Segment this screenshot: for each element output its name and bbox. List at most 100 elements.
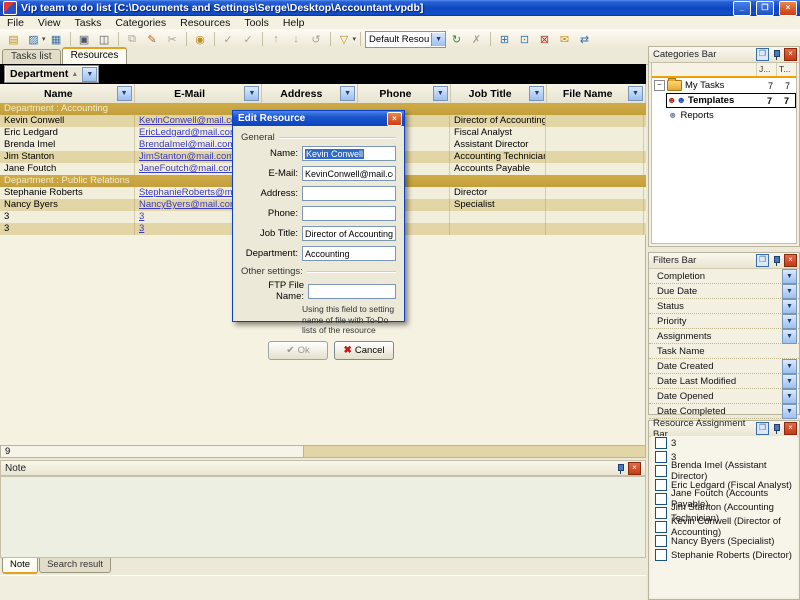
- email-link[interactable]: JaneFoutch@mail.com: [139, 163, 236, 174]
- clear-filter-icon[interactable]: ✗: [467, 30, 486, 48]
- column-filter-icon[interactable]: ▼: [433, 86, 448, 101]
- pin-icon[interactable]: [771, 255, 782, 266]
- restore-panel-icon[interactable]: ❐: [756, 422, 769, 435]
- filter-row-date-created[interactable]: Date Created ▼: [649, 359, 799, 374]
- pin-icon[interactable]: [771, 49, 782, 60]
- mark-complete-icon[interactable]: ✓: [219, 30, 238, 48]
- restore-panel-icon[interactable]: ❐: [756, 254, 769, 267]
- filter-dropdown-icon[interactable]: ▼: [782, 269, 797, 284]
- restore-panel-icon[interactable]: ❐: [756, 48, 769, 61]
- pin-icon[interactable]: [615, 463, 626, 474]
- filter-row-assignments[interactable]: Assignments ▼: [649, 329, 799, 344]
- filter-row-task-name[interactable]: Task Name: [649, 344, 799, 359]
- save-icon[interactable]: ▦: [47, 30, 66, 48]
- delete-resource-icon[interactable]: ⊠: [535, 30, 554, 48]
- phone-field[interactable]: [302, 206, 396, 221]
- filter-dropdown-icon[interactable]: ▼: [782, 389, 797, 404]
- list-item[interactable]: Brenda Imel (Assistant Director): [651, 464, 797, 478]
- filter-row-date-opened[interactable]: Date Opened ▼: [649, 389, 799, 404]
- column-filter-icon[interactable]: ▼: [244, 86, 259, 101]
- email-link[interactable]: NancyByers@mail.com: [139, 199, 238, 210]
- filter-dropdown-icon[interactable]: ▾: [353, 35, 357, 43]
- tree-item-reports[interactable]: ☻ Reports: [652, 108, 796, 123]
- edit-icon[interactable]: ✎: [143, 30, 162, 48]
- column-header-phone[interactable]: Phone ▼: [358, 84, 451, 103]
- dialog-close-button[interactable]: ×: [387, 112, 402, 126]
- add-resource-icon[interactable]: ⊞: [495, 30, 514, 48]
- tab-tasks-list[interactable]: Tasks list: [2, 49, 61, 64]
- list-item[interactable]: Stephanie Roberts (Director): [651, 548, 797, 562]
- tab-resources[interactable]: Resources: [62, 47, 128, 64]
- close-icon[interactable]: ×: [784, 422, 797, 435]
- ftp-file-name-field[interactable]: [308, 284, 396, 299]
- cancel-button[interactable]: ✖ Cancel: [334, 341, 394, 360]
- filter-dropdown-icon[interactable]: ▼: [782, 299, 797, 314]
- checkbox[interactable]: [655, 549, 667, 561]
- combo-dropdown-icon[interactable]: ▼: [431, 33, 445, 46]
- column-header-email[interactable]: E-Mail ▼: [135, 84, 263, 103]
- menu-tasks[interactable]: Tasks: [68, 17, 109, 29]
- checkbox[interactable]: [655, 521, 667, 533]
- filter-row-status[interactable]: Status ▼: [649, 299, 799, 314]
- department-field[interactable]: [302, 246, 396, 261]
- checkbox[interactable]: [655, 451, 667, 463]
- new-database-icon[interactable]: ▤: [4, 30, 23, 48]
- email-link[interactable]: BrendaImel@mail.com: [139, 139, 235, 150]
- menu-file[interactable]: File: [0, 17, 31, 29]
- job-title-field[interactable]: [302, 226, 396, 241]
- close-icon[interactable]: ×: [784, 48, 797, 61]
- menu-tools[interactable]: Tools: [237, 17, 276, 29]
- email-link[interactable]: KevinConwell@mail.com: [139, 115, 244, 126]
- ok-button[interactable]: ✔ Ok: [268, 341, 328, 360]
- checkbox[interactable]: [655, 465, 667, 477]
- tab-note[interactable]: Note: [2, 558, 38, 574]
- print-preview-icon[interactable]: ◫: [95, 30, 114, 48]
- open-dropdown-icon[interactable]: ▾: [42, 35, 46, 43]
- checkbox[interactable]: [655, 507, 667, 519]
- filter-dropdown-icon[interactable]: ▼: [782, 404, 797, 419]
- filter-row-completion[interactable]: Completion ▼: [649, 269, 799, 284]
- filter-dropdown-icon[interactable]: ▼: [782, 329, 797, 344]
- close-icon[interactable]: ×: [628, 462, 641, 475]
- column-filter-icon[interactable]: ▼: [529, 86, 544, 101]
- email-link[interactable]: JimStanton@mail.com: [139, 151, 234, 162]
- email-link[interactable]: 3: [139, 211, 144, 222]
- column-header-job-title[interactable]: Job Title ▼: [451, 84, 548, 103]
- email-field[interactable]: [302, 166, 396, 181]
- group-dropdown-icon[interactable]: ▼: [82, 67, 97, 82]
- restore-button[interactable]: ❐: [756, 1, 774, 16]
- email-link[interactable]: EricLedgard@mail.com: [139, 127, 238, 138]
- tree-item-templates[interactable]: ☻☻ Templates 7 7: [652, 93, 796, 108]
- close-icon[interactable]: ×: [784, 254, 797, 267]
- sync-icon[interactable]: ⇄: [575, 30, 594, 48]
- menu-help[interactable]: Help: [276, 17, 312, 29]
- checkbox[interactable]: [655, 479, 667, 491]
- close-button[interactable]: ×: [779, 1, 797, 16]
- filter-dropdown-icon[interactable]: ▼: [782, 359, 797, 374]
- column-header-file-name[interactable]: File Name ▼: [547, 84, 646, 103]
- column-filter-icon[interactable]: ▼: [628, 86, 643, 101]
- filter-icon[interactable]: ▽: [335, 30, 354, 48]
- filter-row-due-date[interactable]: Due Date ▼: [649, 284, 799, 299]
- group-by-department-button[interactable]: Department ▲ ▼: [4, 65, 99, 83]
- move-down-icon[interactable]: ↓: [287, 30, 306, 48]
- collapse-icon[interactable]: −: [654, 80, 665, 91]
- checkbox[interactable]: [655, 437, 667, 449]
- apply-resource-icon[interactable]: ↻: [447, 30, 466, 48]
- menu-categories[interactable]: Categories: [108, 17, 173, 29]
- filter-row-priority[interactable]: Priority ▼: [649, 314, 799, 329]
- tab-search-result[interactable]: Search result: [39, 558, 111, 573]
- pin-icon[interactable]: [771, 423, 782, 434]
- menu-view[interactable]: View: [31, 17, 68, 29]
- note-editor[interactable]: [0, 476, 646, 558]
- column-filter-icon[interactable]: ▼: [117, 86, 132, 101]
- resource-filter-combobox[interactable]: Default Resou ▼: [365, 31, 446, 48]
- cut-icon[interactable]: ✂: [163, 30, 182, 48]
- send-mail-icon[interactable]: ✉: [555, 30, 574, 48]
- list-item[interactable]: Kevin Conwell (Director of Accounting): [651, 520, 797, 534]
- undo-icon[interactable]: ↺: [307, 30, 326, 48]
- email-link[interactable]: 3: [139, 223, 144, 234]
- copy-icon[interactable]: ⧉: [123, 30, 142, 48]
- checkbox[interactable]: [655, 493, 667, 505]
- list-item[interactable]: 3: [651, 436, 797, 450]
